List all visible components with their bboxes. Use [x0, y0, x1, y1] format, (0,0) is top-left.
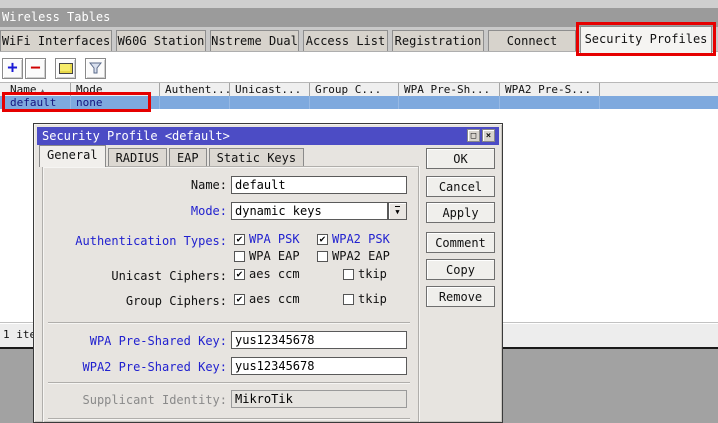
main-window-title: Wireless Tables — [0, 10, 110, 24]
copy-button[interactable]: Copy — [426, 259, 495, 280]
column-header-wpa-psk[interactable]: WPA Pre-Sh... — [399, 83, 500, 96]
funnel-icon — [89, 62, 102, 75]
tab-wifi-interfaces[interactable]: WiFi Interfaces — [0, 30, 112, 51]
minus-icon: − — [30, 61, 40, 76]
tab-w60g-station[interactable]: W60G Station — [116, 30, 206, 51]
unicast-label: Unicast Ciphers: — [37, 269, 227, 283]
checkbox-wpa2-psk[interactable]: ✔ WPA2 PSK — [317, 233, 390, 246]
tab-connect-list[interactable]: Connect List — [488, 30, 576, 51]
checkbox-mark: ✔ — [234, 234, 245, 245]
column-header-name[interactable]: Name▲ — [0, 83, 71, 96]
dialog-tab-eap[interactable]: EAP — [169, 148, 207, 167]
comment-button[interactable] — [55, 58, 76, 79]
security-profile-dialog: Security Profile <default> □ × General R… — [33, 123, 503, 423]
column-header-unicast[interactable]: Unicast... — [230, 83, 310, 96]
cell-auth — [160, 96, 230, 109]
dialog-title: Security Profile <default> — [37, 129, 230, 143]
cell-wpa — [399, 96, 500, 109]
group-label: Group Ciphers: — [37, 294, 227, 308]
dropdown-arrow-icon: ▼ — [395, 206, 399, 216]
supplicant-label: Supplicant Identity: — [37, 393, 227, 407]
column-header-wpa2-psk[interactable]: WPA2 Pre-S... — [500, 83, 600, 96]
remove-button[interactable]: Remove — [426, 286, 495, 307]
column-header-group[interactable]: Group C... — [310, 83, 399, 96]
checkbox-wpa-psk[interactable]: ✔ WPA PSK — [234, 233, 300, 246]
separator — [48, 382, 410, 383]
column-header-mode[interactable]: Mode — [71, 83, 160, 96]
mode-input[interactable] — [231, 202, 388, 220]
cell-group — [310, 96, 399, 109]
separator — [48, 322, 410, 323]
remove-button[interactable]: − — [25, 58, 46, 79]
screen: Wireless Tables WiFi Interfaces W60G Sta… — [0, 0, 718, 423]
plus-icon: + — [7, 60, 17, 77]
cancel-button[interactable]: Cancel — [426, 176, 495, 197]
cell-unicast — [230, 96, 310, 109]
dialog-tab-static-keys[interactable]: Static Keys — [209, 148, 304, 167]
checkbox-unicast-aes-ccm[interactable]: ✔ aes ccm — [234, 268, 300, 281]
column-header-authentication[interactable]: Authent... — [160, 83, 230, 96]
checkbox-mark — [317, 251, 328, 262]
mode-dropdown-button[interactable]: ▼ — [388, 202, 407, 220]
ok-button[interactable]: OK — [426, 148, 495, 169]
checkbox-mark — [234, 251, 245, 262]
dialog-tab-radius[interactable]: RADIUS — [108, 148, 167, 167]
wpa-preshared-key-input[interactable] — [231, 331, 407, 349]
maximize-icon[interactable]: □ — [467, 129, 480, 142]
checkbox-wpa-eap[interactable]: WPA EAP — [234, 250, 300, 263]
checkbox-mark: ✔ — [317, 234, 328, 245]
checkbox-mark — [343, 294, 354, 305]
checkbox-mark: ✔ — [234, 294, 245, 305]
sort-asc-icon: ▲ — [41, 87, 45, 95]
tab-security-profiles[interactable]: Security Profiles — [580, 26, 712, 53]
name-label: Name: — [37, 178, 227, 192]
checkbox-group-aes-ccm[interactable]: ✔ aes ccm — [234, 293, 300, 306]
wpa2-preshared-key-input[interactable] — [231, 357, 407, 375]
close-icon[interactable]: × — [482, 129, 495, 142]
checkbox-wpa2-eap[interactable]: WPA2 EAP — [317, 250, 390, 263]
wpa2-key-label: WPA2 Pre-Shared Key: — [37, 360, 227, 374]
cell-wpa2 — [500, 96, 600, 109]
checkbox-mark — [343, 269, 354, 280]
column-header-empty — [600, 83, 718, 96]
name-input[interactable] — [231, 176, 407, 194]
tab-access-list[interactable]: Access List — [303, 30, 388, 51]
cell-mode: none — [71, 96, 160, 109]
tab-nstreme-dual[interactable]: Nstreme Dual — [210, 30, 299, 51]
mode-label: Mode: — [37, 204, 227, 218]
comment-button[interactable]: Comment — [426, 232, 495, 253]
table-header: Name▲ Mode Authent... Unicast... Group C… — [0, 83, 718, 96]
separator — [48, 418, 410, 419]
form-buttons-divider — [418, 166, 419, 422]
checkbox-mark: ✔ — [234, 269, 245, 280]
cell-name: default — [0, 96, 71, 109]
tab-registration[interactable]: Registration — [392, 30, 484, 51]
add-button[interactable]: + — [2, 58, 23, 79]
dialog-tab-general[interactable]: General — [39, 145, 106, 167]
table-row-default[interactable]: default none — [0, 96, 718, 109]
dialog-titlebar: Security Profile <default> □ × — [37, 127, 499, 145]
apply-button[interactable]: Apply — [426, 202, 495, 223]
checkbox-unicast-tkip[interactable]: tkip — [343, 268, 387, 281]
wpa-key-label: WPA Pre-Shared Key: — [37, 334, 227, 348]
desktop-top-strip — [0, 0, 718, 8]
dialog-tabs: General RADIUS EAP Static Keys — [39, 145, 306, 167]
note-icon — [59, 63, 73, 74]
checkbox-group-tkip[interactable]: tkip — [343, 293, 387, 306]
supplicant-identity-input — [231, 390, 407, 408]
auth-types-label: Authentication Types: — [37, 234, 227, 248]
main-window-titlebar: Wireless Tables — [0, 8, 718, 27]
filter-button[interactable] — [85, 58, 106, 79]
